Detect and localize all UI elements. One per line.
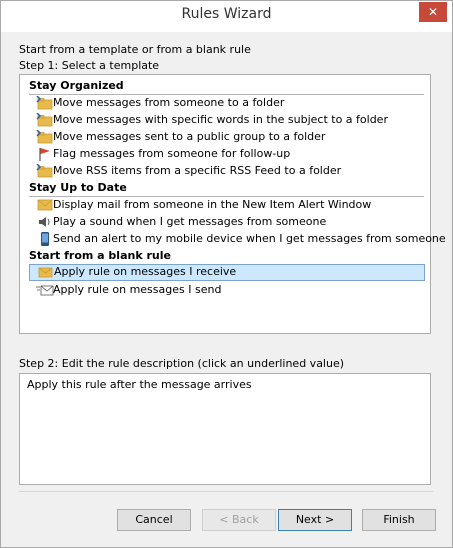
rule-description-text: Apply this rule after the message arrive… [27, 378, 252, 391]
template-label: Flag messages from someone for follow-up [53, 147, 291, 160]
template-label: Send an alert to my mobile device when I… [53, 232, 446, 245]
template-label: Display mail from someone in the New Ite… [53, 198, 372, 211]
template-new-item-alert[interactable]: Display mail from someone in the New Ite… [29, 197, 425, 214]
cancel-button[interactable]: Cancel [117, 509, 191, 531]
template-label: Move messages sent to a public group to … [53, 130, 326, 143]
mobile-device-icon [36, 232, 54, 246]
next-button[interactable]: Next > [278, 509, 352, 531]
template-label: Apply rule on messages I receive [54, 265, 237, 278]
template-label: Move messages from someone to a folder [53, 96, 285, 109]
template-apply-on-send[interactable]: Apply rule on messages I send [29, 282, 425, 299]
flag-icon [36, 147, 54, 161]
template-apply-on-receive[interactable]: Apply rule on messages I receive [29, 264, 425, 281]
intro-label: Start from a template or from a blank ru… [19, 43, 251, 56]
group-header-blank-rule: Start from a blank rule [29, 249, 424, 265]
template-label: Apply rule on messages I send [53, 283, 222, 296]
move-folder-icon [36, 129, 54, 144]
move-folder-icon [36, 163, 54, 178]
rules-wizard-window: Rules Wizard ✕ Start from a template or … [0, 0, 453, 548]
receive-envelope-icon [36, 265, 54, 279]
separator [19, 491, 433, 492]
send-envelope-icon [36, 283, 54, 297]
title-bar: Rules Wizard ✕ [1, 1, 452, 32]
template-move-public-group[interactable]: Move messages sent to a public group to … [29, 129, 425, 146]
template-flag-followup[interactable]: Flag messages from someone for follow-up [29, 146, 425, 163]
group-header-stay-organized: Stay Organized [29, 79, 424, 95]
step2-label: Step 2: Edit the rule description (click… [19, 357, 345, 370]
template-label: Play a sound when I get messages from so… [53, 215, 327, 228]
template-move-with-words[interactable]: Move messages with specific words in the… [29, 112, 425, 129]
template-label: Move messages with specific words in the… [53, 113, 388, 126]
back-button[interactable]: < Back [202, 509, 276, 531]
template-mobile-alert[interactable]: Send an alert to my mobile device when I… [29, 231, 446, 248]
template-move-from-someone[interactable]: Move messages from someone to a folder [29, 95, 425, 112]
rule-description-box[interactable]: Apply this rule after the message arrive… [19, 373, 431, 485]
template-label: Move RSS items from a specific RSS Feed … [53, 164, 342, 177]
group-header-stay-up-to-date: Stay Up to Date [29, 181, 424, 197]
move-folder-icon [36, 95, 54, 110]
envelope-icon [36, 198, 54, 212]
finish-button[interactable]: Finish [362, 509, 436, 531]
window-title: Rules Wizard [181, 6, 272, 22]
template-move-rss[interactable]: Move RSS items from a specific RSS Feed … [29, 163, 425, 180]
move-folder-icon [36, 112, 54, 127]
step1-label: Step 1: Select a template [19, 59, 160, 72]
close-icon: ✕ [427, 5, 439, 19]
speaker-icon [36, 215, 54, 229]
close-button[interactable]: ✕ [419, 2, 447, 22]
template-play-sound[interactable]: Play a sound when I get messages from so… [29, 214, 425, 231]
template-list[interactable]: Stay Organized Move messages from someon… [19, 74, 446, 334]
